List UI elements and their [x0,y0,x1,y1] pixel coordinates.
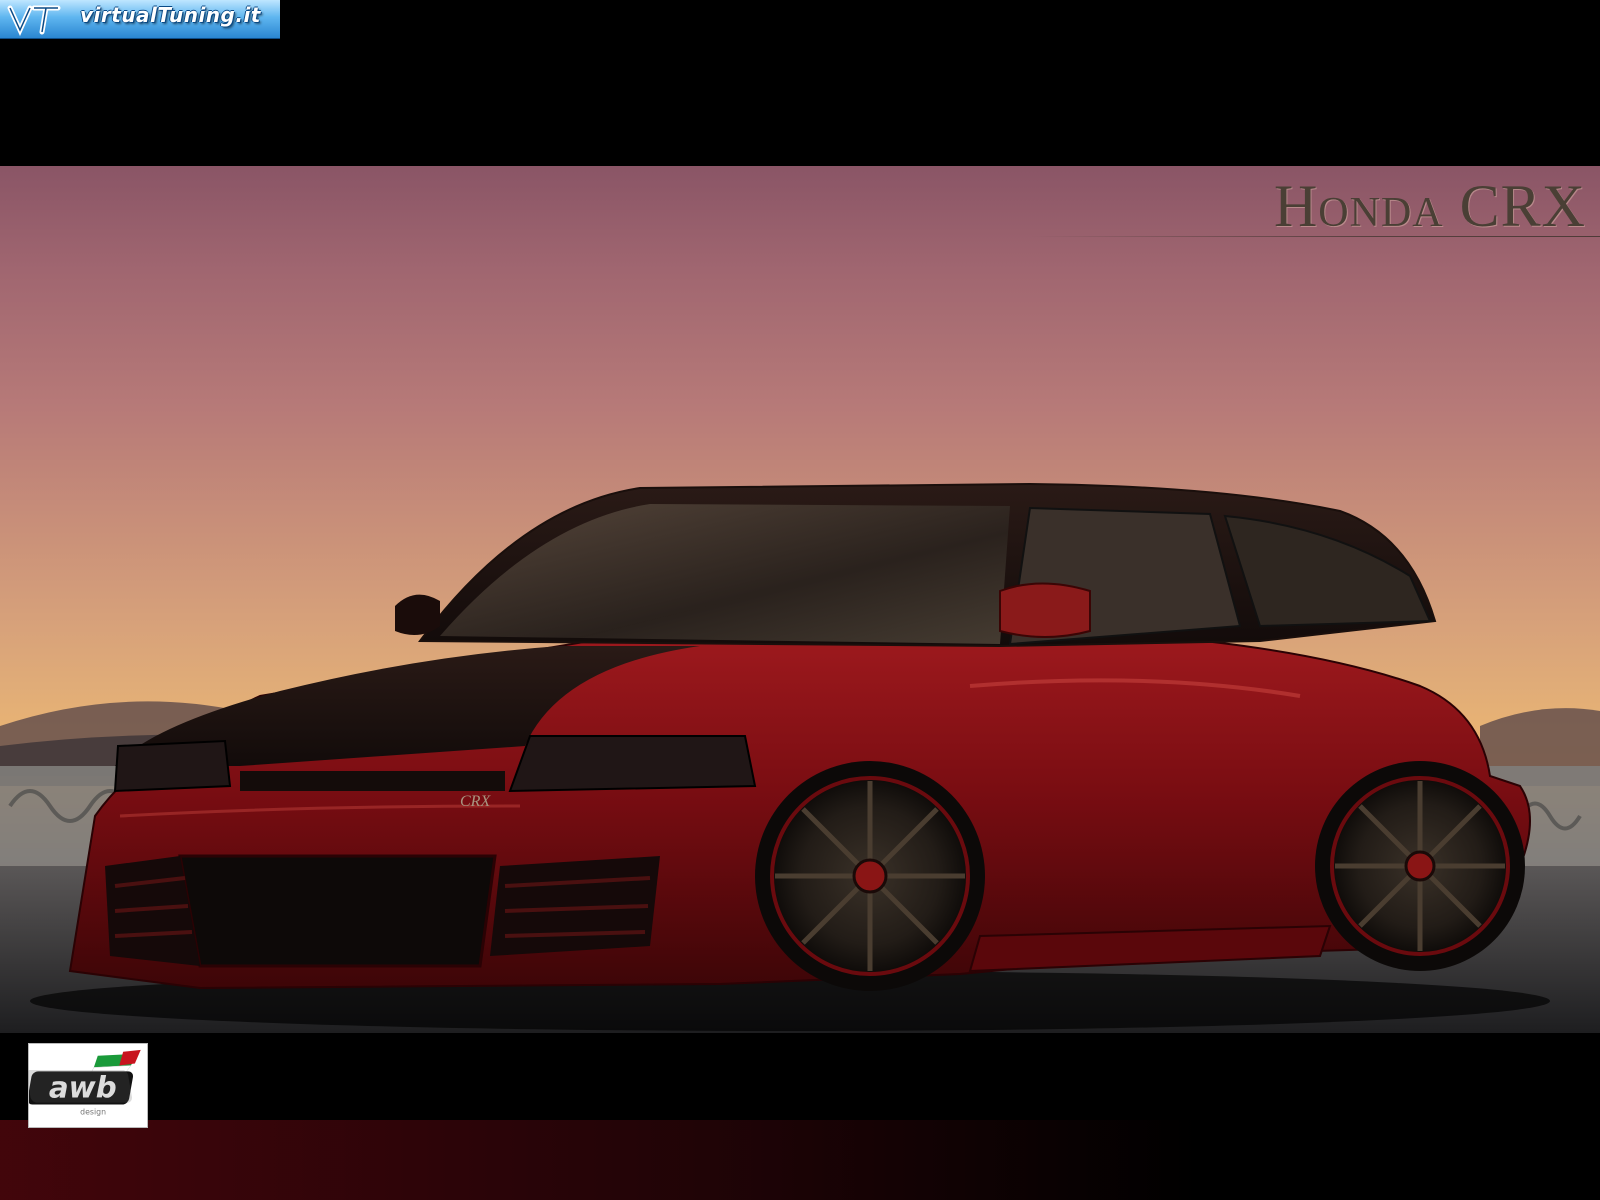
wallpaper-canvas: virtualTuning.it CRX Honda CRX design [0,0,1600,1200]
bottom-red-glow [0,1120,1600,1200]
banner-site-text: virtualTuning.it [80,3,261,27]
car-photo: CRX [0,166,1600,1033]
crx-badge: CRX [460,793,491,810]
awb-reflection-graphic [28,1070,133,1103]
title-underline [1030,236,1600,237]
virtualtuning-banner[interactable]: virtualTuning.it [0,0,280,39]
awb-logo-reflection [28,1070,148,1130]
car-scene-illustration: CRX [0,482,1600,1033]
car-title: Honda CRX [1273,173,1586,239]
vt-logo-icon [7,5,61,36]
